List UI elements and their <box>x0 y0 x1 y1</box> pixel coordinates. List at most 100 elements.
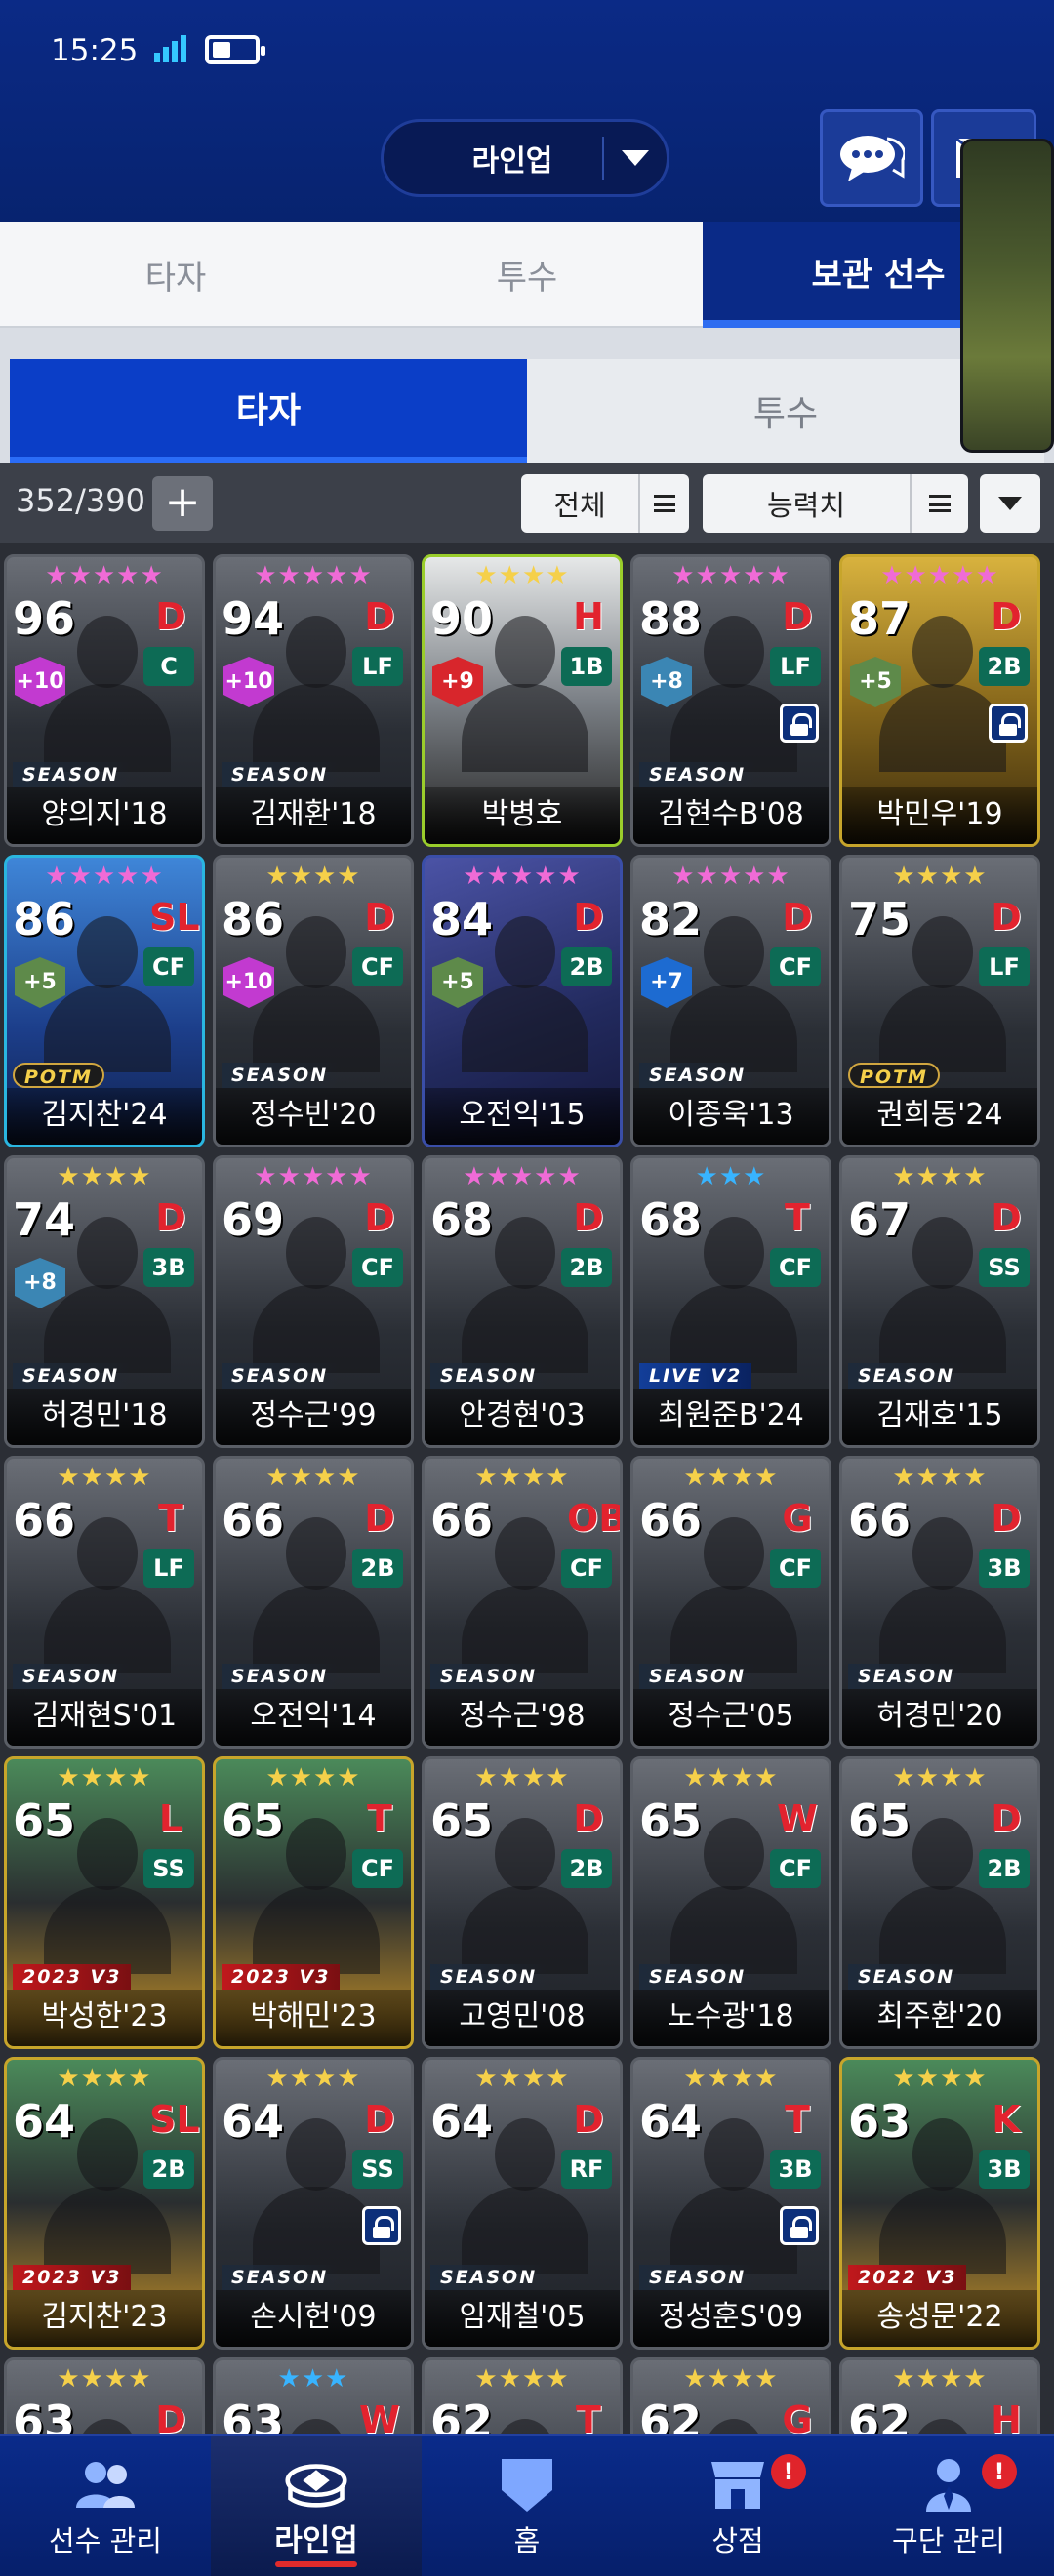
picture-in-picture-window[interactable] <box>960 139 1054 453</box>
filter-dropdown[interactable]: 전체 <box>521 474 689 533</box>
player-card[interactable]: ★★★★ 64 D SS SEASON 손시헌'09 <box>213 2057 414 2350</box>
player-card[interactable]: ★★★★ 66 D 2B SEASON 오전익'14 <box>213 1456 414 1749</box>
player-card[interactable]: ★★★★ 64 T 3B SEASON 정성훈S'09 <box>630 2057 831 2350</box>
card-type-label: SEASON <box>430 2265 547 2290</box>
player-card[interactable]: ★★★★★ 94 D LF +10 SEASON 김재환'18 <box>213 554 414 847</box>
subtab-hitters[interactable]: 타자 <box>10 359 527 463</box>
player-card[interactable]: ★★★★ 66 OB CF SEASON 정수근'98 <box>422 1456 623 1749</box>
player-card[interactable]: ★★★★★ 69 D CF SEASON 정수근'99 <box>213 1155 414 1448</box>
player-card[interactable]: ★★★★ 64 D RF SEASON 임재철'05 <box>422 2057 623 2350</box>
home-plate-icon <box>496 2458 558 2513</box>
team-logo: G <box>782 2398 813 2434</box>
player-card[interactable]: ★★★★ 62 T <box>422 2357 623 2434</box>
player-card[interactable]: ★★★★★ 87 D 2B +5 박민우'19 <box>839 554 1040 847</box>
card-type-label: SEASON <box>13 1664 130 1689</box>
card-type-label: SEASON <box>639 1063 756 1088</box>
card-type-label: POTM <box>13 1063 104 1088</box>
tab-hitters[interactable]: 타자 <box>0 222 351 328</box>
position-badge: 3B <box>979 2150 1030 2189</box>
player-card[interactable]: ★★★★★ 86 SL CF +5 POTM 김지찬'24 <box>4 855 205 1147</box>
player-name: 박병호 <box>425 787 620 844</box>
player-name: 최주환'20 <box>842 1990 1037 2046</box>
team-logo: D <box>364 595 395 638</box>
player-card[interactable]: ★★★★ 65 D 2B SEASON 최주환'20 <box>839 1756 1040 2049</box>
nav-player-management[interactable]: 선수 관리 <box>0 2436 211 2576</box>
position-badge: 3B <box>770 2150 821 2189</box>
player-card[interactable]: ★★★★ 63 D <box>4 2357 205 2434</box>
nav-club-management[interactable]: 구단 관리 ! <box>843 2436 1054 2576</box>
overall-rating: 66 <box>848 1494 912 1547</box>
star-rating: ★★★★ <box>474 2064 570 2093</box>
star-rating: ★★★★ <box>892 862 988 891</box>
player-card[interactable]: ★★★★★ 88 D LF +8 SEASON 김현수B'08 <box>630 554 831 847</box>
player-card[interactable]: ★★★★ 62 G <box>630 2357 831 2434</box>
team-logo: D <box>991 1497 1022 1540</box>
overall-rating: 88 <box>639 592 703 645</box>
player-card[interactable]: ★★★★ 90 H 1B +9 박병호 <box>422 554 623 847</box>
nav-home[interactable]: 홈 <box>422 2436 632 2576</box>
player-name: 김지찬'24 <box>7 1088 202 1145</box>
player-card[interactable]: ★★★★★ 84 D 2B +5 오전익'15 <box>422 855 623 1147</box>
team-logo: D <box>364 2098 395 2141</box>
sort-order-button[interactable] <box>980 474 1040 533</box>
sub-tabs: 타자 투수 <box>10 359 1044 463</box>
lineup-dropdown[interactable]: 라인업 <box>381 119 669 197</box>
player-card[interactable]: ★★★★ 65 T CF 2023 V3 박해민'23 <box>213 1756 414 2049</box>
nav-lineup[interactable]: 라인업 <box>211 2436 422 2576</box>
player-name: 김재호'15 <box>842 1389 1037 1445</box>
top-header: 15:25 라인업 <box>0 0 1054 222</box>
team-logo: W <box>777 1797 818 1840</box>
player-card[interactable]: ★★★ 63 W <box>213 2357 414 2434</box>
player-card[interactable]: ★★★★ 63 K 3B 2022 V3 송성문'22 <box>839 2057 1040 2350</box>
player-name: 정수근'99 <box>216 1389 411 1445</box>
position-badge: CF <box>561 1549 612 1588</box>
nav-label: 구단 관리 <box>892 2524 1005 2557</box>
overall-rating: 63 <box>222 2395 285 2434</box>
player-card[interactable]: ★★★★★ 96 D C +10 SEASON 양의지'18 <box>4 554 205 847</box>
player-card[interactable]: ★★★★ 74 D 3B +8 SEASON 허경민'18 <box>4 1155 205 1448</box>
player-card[interactable]: ★★★★ 64 SL 2B 2023 V3 김지찬'23 <box>4 2057 205 2350</box>
overall-rating: 94 <box>222 592 285 645</box>
overall-rating: 62 <box>430 2395 494 2434</box>
player-card[interactable]: ★★★★★ 68 D 2B SEASON 안경현'03 <box>422 1155 623 1448</box>
player-card[interactable]: ★★★★ 86 D CF +10 SEASON 정수빈'20 <box>213 855 414 1147</box>
star-rating: ★★★★★ <box>671 862 790 891</box>
team-logo: T <box>576 2398 601 2434</box>
player-card[interactable]: ★★★★ 62 H <box>839 2357 1040 2434</box>
player-card[interactable]: ★★★★ 75 D LF POTM 권희동'24 <box>839 855 1040 1147</box>
card-type-label: 2023 V3 <box>13 2265 132 2290</box>
tab-pitchers[interactable]: 투수 <box>351 222 703 328</box>
player-card[interactable]: ★★★★ 66 D 3B SEASON 허경민'20 <box>839 1456 1040 1749</box>
sort-dropdown[interactable]: 능력치 <box>703 474 968 533</box>
card-type-label: POTM <box>848 1063 940 1088</box>
expand-slots-button[interactable]: + <box>152 476 213 531</box>
card-type-label: SEASON <box>848 1664 965 1689</box>
nav-label: 선수 관리 <box>49 2524 162 2557</box>
player-card[interactable]: ★★★★ 65 L SS 2023 V3 박성한'23 <box>4 1756 205 2049</box>
star-rating: ★★★ <box>695 1162 767 1191</box>
team-logo: W <box>359 2398 400 2434</box>
overall-rating: 65 <box>430 1794 494 1847</box>
player-card[interactable]: ★★★★ 67 D SS SEASON 김재호'15 <box>839 1155 1040 1448</box>
nav-shop[interactable]: 상점 ! <box>632 2436 843 2576</box>
team-logo: D <box>991 595 1022 638</box>
card-type-label: SEASON <box>13 1363 130 1389</box>
player-card[interactable]: ★★★ 68 T CF LIVE V2 최원준B'24 <box>630 1155 831 1448</box>
star-rating: ★★★★ <box>683 1763 779 1792</box>
team-logo: T <box>785 1196 810 1239</box>
chat-button[interactable] <box>820 109 923 207</box>
player-card[interactable]: ★★★★ 65 D 2B SEASON 고영민'08 <box>422 1756 623 2049</box>
player-card[interactable]: ★★★★ 66 T LF SEASON 김재현S'01 <box>4 1456 205 1749</box>
team-logo: G <box>782 1497 813 1540</box>
list-toolbar: 352/390 + 전체 능력치 <box>0 463 1054 543</box>
player-card[interactable]: ★★★★ 66 G CF SEASON 정수근'05 <box>630 1456 831 1749</box>
bottom-nav: 선수 관리 라인업 홈 상점 ! 구단 관리 ! <box>0 2434 1054 2576</box>
player-card[interactable]: ★★★★ 65 W CF SEASON 노수광'18 <box>630 1756 831 2049</box>
position-badge: 2B <box>561 1248 612 1287</box>
team-logo: OB <box>567 1497 623 1540</box>
star-rating: ★★★★ <box>265 2064 361 2093</box>
star-rating: ★★★★★ <box>254 561 373 590</box>
position-badge: SS <box>143 1849 194 1888</box>
player-card[interactable]: ★★★★★ 82 D CF +7 SEASON 이종욱'13 <box>630 855 831 1147</box>
alert-badge: ! <box>982 2454 1017 2489</box>
